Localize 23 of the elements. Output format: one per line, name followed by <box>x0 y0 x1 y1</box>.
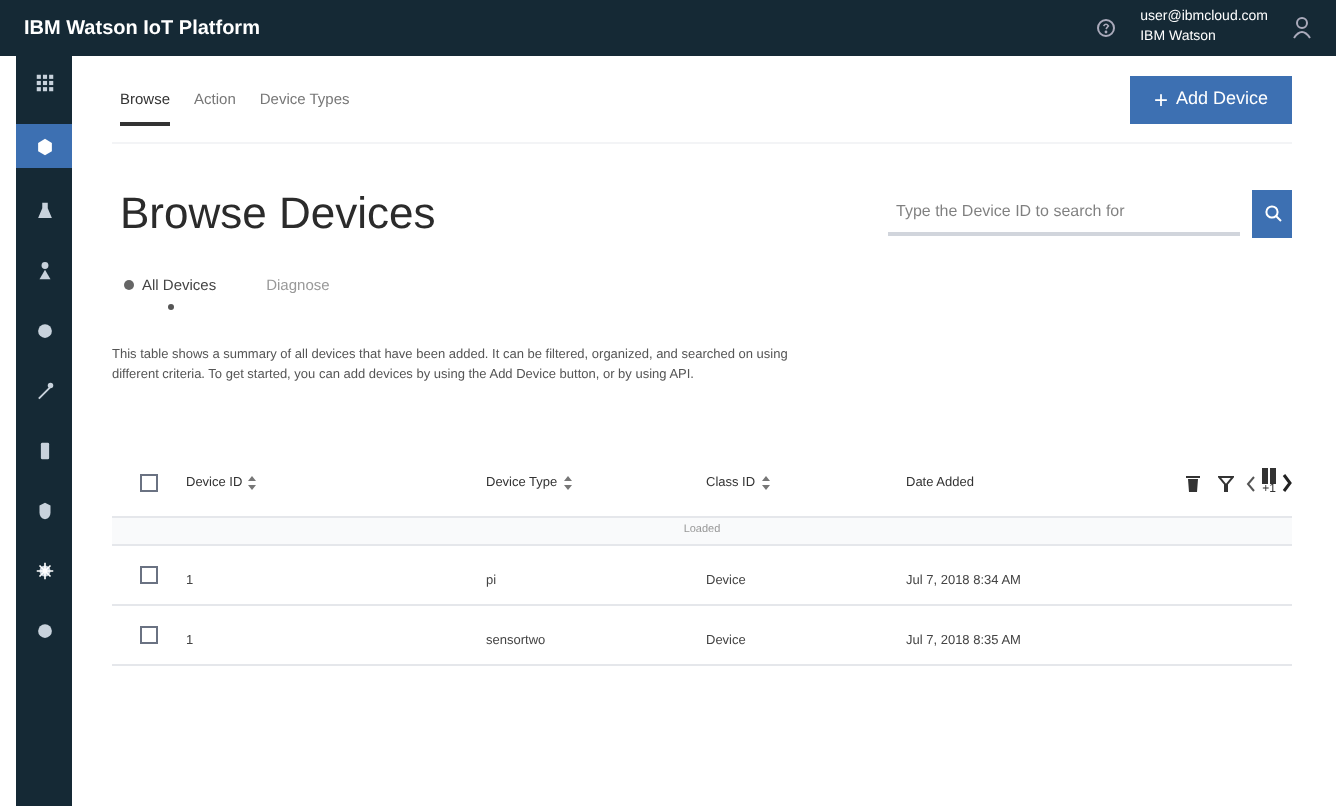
sort-icon[interactable] <box>563 476 572 490</box>
checkbox[interactable] <box>140 474 158 492</box>
page-title: Browse Devices <box>118 186 436 242</box>
chevron-right-icon[interactable] <box>1282 474 1292 492</box>
checkbox[interactable] <box>140 566 158 584</box>
trash-icon[interactable] <box>1186 474 1200 492</box>
app-title: IBM Watson IoT Platform <box>24 15 260 43</box>
filter-icon[interactable] <box>1218 475 1234 491</box>
search-icon <box>1263 204 1281 222</box>
checkbox[interactable] <box>140 626 158 644</box>
user-icon[interactable] <box>1292 16 1312 40</box>
settings-icon <box>33 559 55 581</box>
help-icon[interactable] <box>1096 18 1117 38</box>
add-device-button[interactable]: + Add Device <box>1129 76 1292 124</box>
circle-icon <box>33 319 55 341</box>
hexagon-icon <box>33 135 55 157</box>
columns-icon[interactable] <box>1262 468 1276 484</box>
sort-icon[interactable] <box>248 476 257 490</box>
chevron-left-icon[interactable] <box>1246 475 1256 491</box>
search-button[interactable] <box>1252 189 1292 237</box>
sort-icon[interactable] <box>761 476 770 490</box>
flask-icon <box>33 199 55 221</box>
grid-icon <box>33 71 55 93</box>
